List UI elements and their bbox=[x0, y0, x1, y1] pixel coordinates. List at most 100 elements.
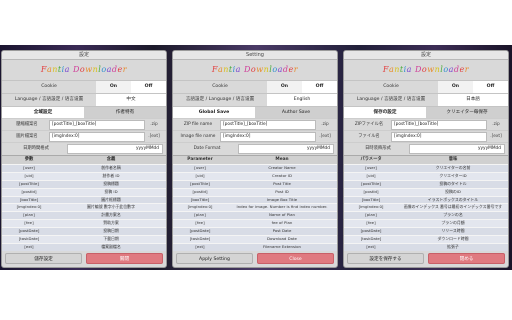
meaning-cell: Download Date bbox=[267, 236, 297, 242]
date-format-input[interactable]: yyyyMMdd bbox=[409, 143, 505, 154]
cookie-toggle[interactable]: On Off bbox=[96, 81, 166, 93]
save-button[interactable]: Apply Setting bbox=[176, 253, 253, 264]
table-header: パラメータ 意味 bbox=[344, 156, 508, 164]
meaning-cell: イラストボックスのタイトル bbox=[427, 196, 479, 202]
meaning-cell: 圖片編號 數字小于此位數字 bbox=[87, 204, 135, 210]
cookie-toggle[interactable]: On Off bbox=[267, 81, 337, 93]
param-cell: [postDate] bbox=[18, 228, 40, 234]
zip-name-input[interactable]: [postTitle]_[boxTitle] bbox=[220, 119, 316, 130]
meaning-header: Mean bbox=[275, 157, 289, 162]
param-cell: [fee] bbox=[195, 220, 205, 226]
zip-extension: .zip bbox=[492, 122, 500, 127]
language-select[interactable]: 中文 bbox=[96, 94, 166, 106]
cookie-off-option[interactable]: Off bbox=[302, 81, 337, 93]
cookie-toggle[interactable]: On Off bbox=[438, 81, 508, 93]
cookie-off-option[interactable]: Off bbox=[131, 81, 166, 93]
meaning-cell: クリエイターの名前 bbox=[435, 165, 471, 170]
table-row: [postId] 投稿のID bbox=[344, 187, 508, 196]
table-row: [uid] 創作者 ID bbox=[2, 171, 166, 180]
table-row: [plan] 計畫方案名 bbox=[2, 211, 166, 220]
image-name-input[interactable]: [imgIndex:0] bbox=[49, 131, 145, 142]
table-row: [taskDate] Download Date bbox=[173, 235, 337, 243]
cookie-row: Cookie On Off bbox=[173, 80, 337, 93]
param-cell: [postDate] bbox=[189, 228, 211, 234]
save-button[interactable]: 儲存設定 bbox=[5, 253, 82, 264]
date-format-input[interactable]: yyyyMMdd bbox=[67, 143, 163, 154]
meaning-cell: 贊助方案 bbox=[103, 220, 119, 226]
image-name-input[interactable]: [imgIndex:0] bbox=[220, 131, 316, 142]
table-row: [fee] 贊助方案 bbox=[2, 219, 166, 228]
table-row: [ext] 檔案副檔名 bbox=[2, 242, 166, 251]
panel-title: Setting bbox=[173, 51, 337, 60]
meaning-cell: Creator ID bbox=[272, 172, 292, 178]
date-format-label: Date Format bbox=[193, 146, 221, 151]
image-name-row: 圖片檔案名 [imgIndex:0] .[ext] bbox=[2, 130, 166, 142]
meaning-cell: リリース時間 bbox=[441, 228, 465, 234]
zip-name-input[interactable]: [postTitle]_[boxTitle] bbox=[391, 119, 487, 130]
close-button[interactable]: 關閉 bbox=[86, 253, 163, 264]
language-select[interactable]: 日本語 bbox=[438, 94, 508, 106]
param-cell: [user] bbox=[194, 165, 206, 170]
table-row: [boxTitle] Image Box Title bbox=[173, 195, 337, 204]
table-row: [postTitle] 投稿のタイトル bbox=[344, 179, 508, 188]
cookie-label: Cookie bbox=[212, 84, 228, 89]
close-button[interactable]: 閉める bbox=[428, 253, 505, 264]
app-logo: Fantia Downloader bbox=[40, 65, 128, 74]
table-row: [ext] 拡張子 bbox=[344, 242, 508, 251]
tab-global-save[interactable]: Global Save bbox=[173, 107, 255, 118]
zip-name-row: 壓縮檔案名 [postTitle]_[boxTitle] .zip bbox=[2, 118, 166, 130]
meaning-cell: 計畫方案名 bbox=[101, 212, 121, 218]
image-name-label: Image file name bbox=[180, 134, 216, 139]
tab-global-save[interactable]: 全域設定 bbox=[2, 107, 84, 118]
cookie-on-option[interactable]: On bbox=[438, 81, 473, 93]
param-cell: [postTitle] bbox=[361, 180, 381, 186]
param-cell: [ext] bbox=[195, 243, 205, 249]
date-format-row: Date Format yyyyMMdd bbox=[173, 142, 337, 154]
table-row: [user] 創作者名稱 bbox=[2, 164, 166, 172]
table-row: [boxTitle] 圖片框標題 bbox=[2, 195, 166, 204]
tab-author-save[interactable]: クリエイター毎保存 bbox=[426, 107, 508, 118]
param-cell: [taskDate] bbox=[360, 236, 382, 242]
tab-global-save[interactable]: 保存の設定 bbox=[344, 107, 426, 118]
param-cell: [boxTitle] bbox=[190, 196, 210, 202]
table-row: [postDate] 投稿日期 bbox=[2, 227, 166, 236]
language-select[interactable]: English bbox=[267, 94, 337, 106]
save-tabs: Global Save Author Save bbox=[173, 106, 337, 118]
param-cell: [postId] bbox=[21, 188, 37, 194]
param-cell: [plan] bbox=[194, 212, 206, 218]
meaning-cell: 投稿日期 bbox=[103, 228, 119, 234]
param-cell: [postTitle] bbox=[190, 180, 210, 186]
table-row: [imgIndex:0] 画像のインデックス 番号は最初のインデックス番号です bbox=[344, 203, 508, 212]
zip-name-label: ZIPファイル名 bbox=[354, 122, 384, 127]
save-button[interactable]: 設定を保存する bbox=[347, 253, 424, 264]
meaning-cell: Index for image. Number is find index nu… bbox=[236, 204, 328, 210]
tab-author-save[interactable]: 作者特有 bbox=[84, 107, 166, 118]
date-format-label: 日期時間格式 bbox=[23, 146, 49, 151]
table-header: Parameter Mean bbox=[173, 156, 337, 164]
language-row: Language / 言語設定 / 语言设置 日本語 bbox=[344, 93, 508, 106]
table-row: [imgIndex:0] 圖片編號 數字小于此位數字 bbox=[2, 203, 166, 212]
close-button[interactable]: Close bbox=[257, 253, 334, 264]
tab-author-save[interactable]: Author Save bbox=[255, 107, 337, 118]
date-format-input[interactable]: yyyyMMdd bbox=[238, 143, 334, 154]
cookie-on-option[interactable]: On bbox=[267, 81, 302, 93]
param-cell: [boxTitle] bbox=[361, 196, 381, 202]
image-extension: .[ext] bbox=[148, 134, 160, 139]
cookie-on-option[interactable]: On bbox=[96, 81, 131, 93]
cookie-off-option[interactable]: Off bbox=[473, 81, 508, 93]
param-cell: [ext] bbox=[24, 243, 34, 249]
table-row: [plan] Name of Plan bbox=[173, 211, 337, 220]
meaning-cell: Filename Extension bbox=[263, 243, 301, 249]
param-cell: [plan] bbox=[365, 212, 377, 218]
table-row: [imgIndex:0] Index for image. Number is … bbox=[173, 203, 337, 212]
table-row: [ext] Filename Extension bbox=[173, 242, 337, 251]
zip-name-input[interactable]: [postTitle]_[boxTitle] bbox=[49, 119, 145, 130]
table-row: [taskDate] 下載日期 bbox=[2, 235, 166, 243]
param-cell: [postId] bbox=[363, 188, 379, 194]
image-name-row: Image file name [imgIndex:0] .[ext] bbox=[173, 130, 337, 142]
image-name-input[interactable]: [imgIndex:0] bbox=[391, 131, 487, 142]
param-cell: [boxTitle] bbox=[19, 196, 39, 202]
param-cell: [ext] bbox=[366, 243, 376, 249]
table-row: [fee] プランの月額 bbox=[344, 219, 508, 228]
param-cell: [imgIndex:0] bbox=[358, 204, 384, 210]
